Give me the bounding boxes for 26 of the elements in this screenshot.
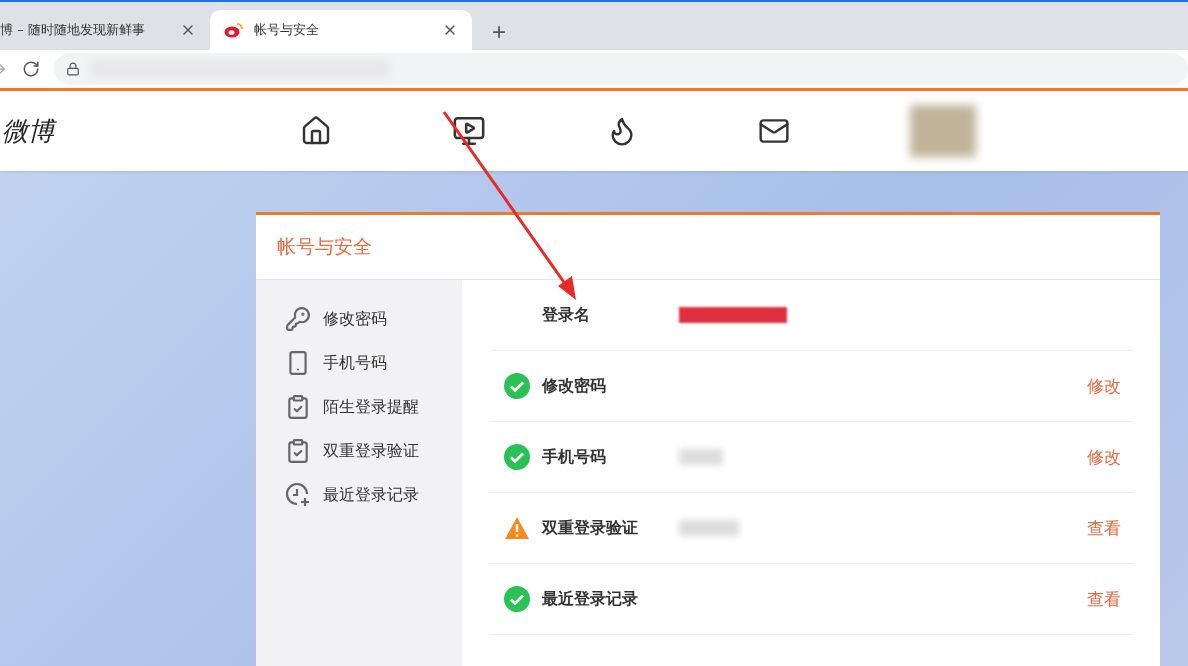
- key-icon: [285, 306, 311, 332]
- nav-button[interactable]: [452, 114, 486, 148]
- lock-icon: [66, 62, 80, 76]
- tv-play-icon: [452, 114, 486, 148]
- reload-button[interactable]: [22, 60, 40, 78]
- row-label: 修改密码: [542, 375, 607, 397]
- nav-button[interactable]: [300, 115, 332, 147]
- home-icon: [300, 115, 332, 147]
- blurred-value: [679, 449, 723, 465]
- browser-tab[interactable]: 帐号与安全: [210, 10, 472, 50]
- row-label: 手机号码: [542, 446, 607, 468]
- row-label: 双重登录验证: [542, 517, 639, 539]
- clipboard-check-icon: [285, 438, 311, 464]
- sidebar-item[interactable]: 手机号码: [256, 346, 462, 380]
- row-label: 最近登录记录: [542, 588, 639, 610]
- sidebar-item[interactable]: 双重登录验证: [256, 434, 462, 468]
- sidebar-item[interactable]: 修改密码: [256, 302, 462, 336]
- clipboard-check-icon: [285, 394, 311, 420]
- logo-icon: [224, 22, 244, 38]
- browser-tab[interactable]: 博 – 随时随地发现新鲜事: [0, 10, 210, 50]
- login-name-label: 登录名: [542, 304, 591, 326]
- blurred-value: [679, 520, 739, 536]
- new-tab-button[interactable]: +: [486, 20, 512, 44]
- clock-plus-icon: [285, 482, 311, 508]
- sidebar-item[interactable]: 陌生登录提醒: [256, 390, 462, 424]
- sidebar-item[interactable]: 最近登录记录: [256, 478, 462, 512]
